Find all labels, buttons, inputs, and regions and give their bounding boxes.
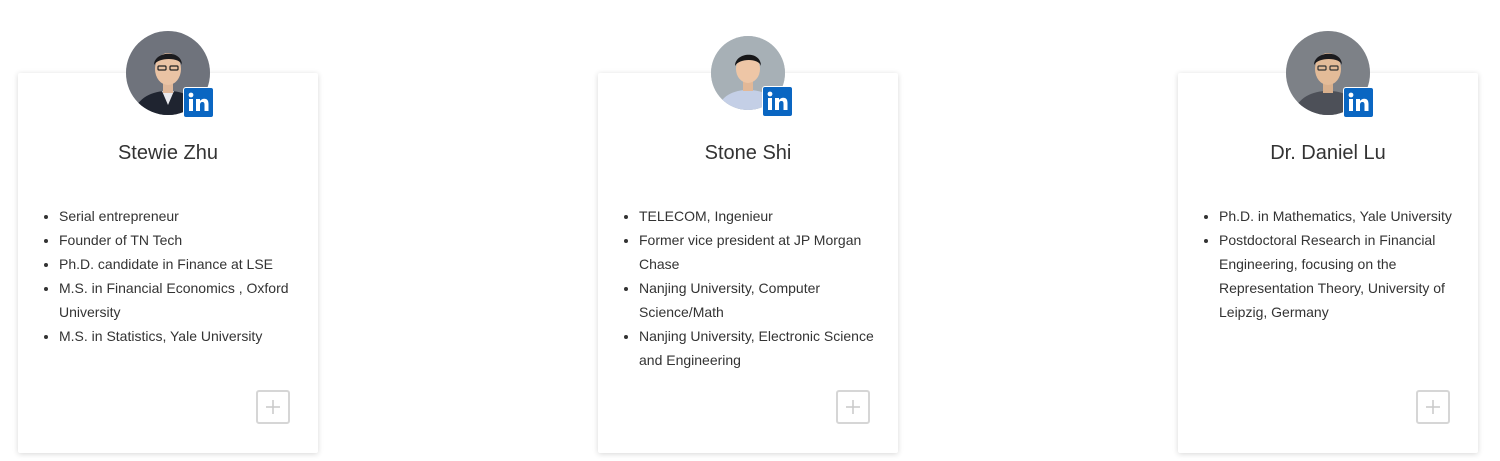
member-name: Dr. Daniel Lu (1270, 142, 1386, 164)
plus-icon (846, 400, 860, 414)
expand-button[interactable] (1416, 390, 1450, 424)
member-name: Stewie Zhu (117, 142, 219, 164)
linkedin-icon[interactable] (1343, 87, 1374, 118)
bio-item: Former vice president at JP Morgan Chase (639, 228, 895, 276)
plus-icon (1426, 400, 1440, 414)
bio-item: M.S. in Statistics, Yale University (59, 324, 315, 348)
member-bio-list: TELECOM, Ingenieur Former vice president… (620, 204, 895, 372)
bio-item: M.S. in Financial Economics , Oxford Uni… (59, 276, 315, 324)
bio-item: TELECOM, Ingenieur (639, 204, 895, 228)
avatar-container (711, 36, 793, 117)
member-bio-list: Ph.D. in Mathematics, Yale University Po… (1200, 204, 1475, 324)
plus-icon (266, 400, 280, 414)
member-bio-list: Serial entrepreneur Founder of TN Tech P… (40, 204, 315, 348)
bio-item: Ph.D. candidate in Finance at LSE (59, 252, 315, 276)
bio-item: Postdoctoral Research in Financial Engin… (1219, 228, 1475, 324)
bio-item: Ph.D. in Mathematics, Yale University (1219, 204, 1475, 228)
avatar-container (1286, 31, 1374, 118)
linkedin-icon[interactable] (762, 86, 793, 117)
avatar-container (126, 31, 214, 118)
bio-item: Founder of TN Tech (59, 228, 315, 252)
bio-item: Serial entrepreneur (59, 204, 315, 228)
linkedin-icon[interactable] (183, 87, 214, 118)
expand-button[interactable] (256, 390, 290, 424)
team-card-daniel-lu: Dr. Daniel Lu Ph.D. in Mathematics, Yale… (1178, 31, 1478, 453)
expand-button[interactable] (836, 390, 870, 424)
team-card-stone-shi: Stone Shi TELECOM, Ingenieur Former vice… (598, 36, 898, 453)
team-card-stewie-zhu: Stewie Zhu Serial entrepreneur Founder o… (18, 31, 318, 453)
bio-item: Nanjing University, Computer Science/Mat… (639, 276, 895, 324)
team-section: Stewie Zhu Serial entrepreneur Founder o… (0, 0, 1500, 461)
member-name: Stone Shi (704, 142, 792, 164)
bio-item: Nanjing University, Electronic Science a… (639, 324, 895, 372)
